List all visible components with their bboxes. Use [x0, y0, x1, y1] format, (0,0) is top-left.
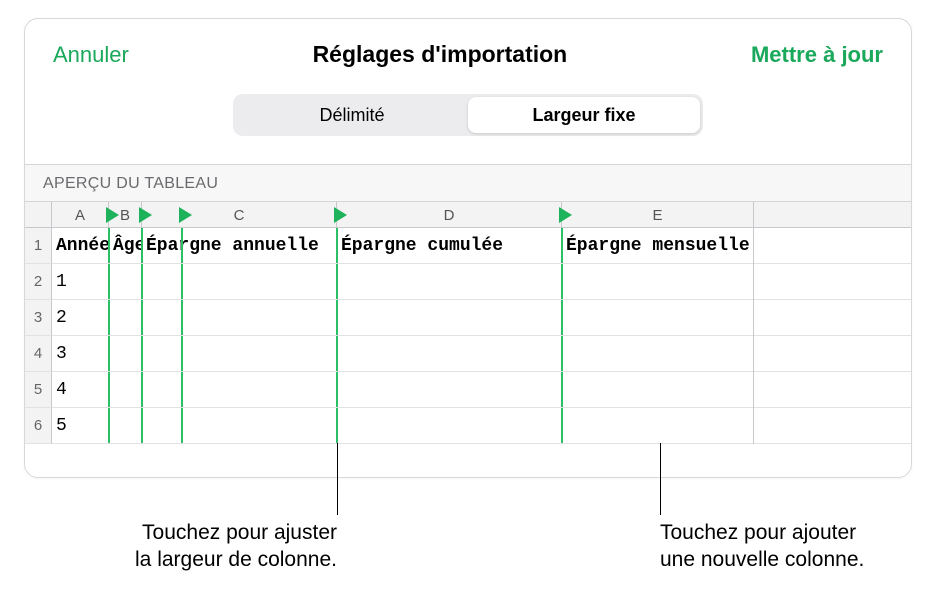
cell-text: Épargne annuelle — [142, 228, 337, 264]
column-header-row: ABCDE — [52, 202, 911, 228]
column-separator[interactable] — [181, 408, 183, 443]
column-separator[interactable] — [108, 372, 110, 407]
column-header-cell[interactable]: D — [337, 202, 562, 228]
column-separator[interactable] — [181, 264, 183, 299]
column-separator[interactable] — [141, 228, 143, 263]
row-number: 4 — [25, 336, 52, 372]
column-separator[interactable] — [108, 228, 110, 263]
table-row: 65 — [25, 408, 911, 444]
segment-fixed-width[interactable]: Largeur fixe — [468, 97, 700, 133]
column-separator[interactable] — [108, 264, 110, 299]
table-right-border — [753, 202, 754, 444]
update-button[interactable]: Mettre à jour — [751, 42, 883, 68]
callout-text-adjust-width: Touchez pour ajuster la largeur de colon… — [101, 519, 337, 574]
row-content[interactable]: 3 — [52, 336, 911, 372]
column-separator[interactable] — [561, 372, 563, 407]
callout-leader-right — [660, 443, 661, 515]
callout-text-add-column: Touchez pour ajouter une nouvelle colonn… — [660, 519, 936, 574]
column-separator[interactable] — [141, 300, 143, 335]
segment-delimited[interactable]: Délimité — [236, 97, 468, 133]
table-row: 1AnnéeÂge Épargne annuelle Épargne cumul… — [25, 228, 911, 264]
cell-text: 4 — [52, 372, 109, 408]
column-separator[interactable] — [336, 336, 338, 371]
table-preview[interactable]: ABCDE 1AnnéeÂge Épargne annuelle Épargne… — [25, 202, 911, 444]
column-separator[interactable] — [336, 228, 338, 263]
row-content[interactable]: 4 — [52, 372, 911, 408]
column-arrow-icon[interactable] — [559, 207, 572, 223]
cell-text: Épargne cumulée — [337, 228, 562, 264]
segmented-control-wrapper: Délimité Largeur fixe — [25, 86, 911, 164]
column-header-cell[interactable]: A — [52, 202, 109, 228]
cell-text: 3 — [52, 336, 109, 372]
cell-text: Âge — [109, 228, 142, 264]
column-separator[interactable] — [141, 372, 143, 407]
column-separator[interactable] — [336, 300, 338, 335]
column-separator[interactable] — [181, 300, 183, 335]
column-arrow-icon[interactable] — [106, 207, 119, 223]
column-separator[interactable] — [336, 408, 338, 443]
segmented-control: Délimité Largeur fixe — [233, 94, 703, 136]
column-separator[interactable] — [181, 228, 183, 263]
column-separator[interactable] — [141, 408, 143, 443]
row-content[interactable]: 1 — [52, 264, 911, 300]
cell-text: 2 — [52, 300, 109, 336]
column-separator[interactable] — [108, 336, 110, 371]
cancel-button[interactable]: Annuler — [53, 42, 129, 68]
column-separator[interactable] — [336, 264, 338, 299]
callout-line: Touchez pour ajuster — [142, 521, 337, 544]
row-number: 2 — [25, 264, 52, 300]
row-number: 3 — [25, 300, 52, 336]
row-column-corner — [25, 202, 52, 228]
callout-line: une nouvelle colonne. — [660, 548, 864, 571]
callout-leader-left — [337, 443, 338, 515]
table-row: 32 — [25, 300, 911, 336]
row-number: 6 — [25, 408, 52, 444]
column-separator[interactable] — [108, 300, 110, 335]
cell-text: Année — [52, 228, 109, 264]
row-content[interactable]: 2 — [52, 300, 911, 336]
column-separator[interactable] — [181, 372, 183, 407]
callout-line: Touchez pour ajouter — [660, 521, 856, 544]
panel-title: Réglages d'importation — [129, 41, 751, 68]
row-content[interactable]: 5 — [52, 408, 911, 444]
import-settings-panel: Annuler Réglages d'importation Mettre à … — [24, 18, 912, 478]
column-separator[interactable] — [141, 336, 143, 371]
row-content[interactable]: AnnéeÂge Épargne annuelle Épargne cumulé… — [52, 228, 911, 264]
table-row: 54 — [25, 372, 911, 408]
row-number: 5 — [25, 372, 52, 408]
cell-text: 1 — [52, 264, 109, 300]
column-separator[interactable] — [561, 300, 563, 335]
column-separator[interactable] — [336, 372, 338, 407]
column-arrow-icon[interactable] — [334, 207, 347, 223]
column-separator[interactable] — [561, 264, 563, 299]
panel-header: Annuler Réglages d'importation Mettre à … — [25, 19, 911, 86]
row-number: 1 — [25, 228, 52, 264]
column-separator[interactable] — [141, 264, 143, 299]
column-header-cell[interactable]: C — [142, 202, 337, 228]
table-row: 43 — [25, 336, 911, 372]
column-arrow-icon[interactable] — [139, 207, 152, 223]
table-preview-header: APERÇU DU TABLEAU — [25, 164, 911, 202]
column-arrow-icon[interactable] — [179, 207, 192, 223]
callout-line: la largeur de colonne. — [135, 548, 337, 571]
column-separator[interactable] — [108, 408, 110, 443]
table-row: 21 — [25, 264, 911, 300]
callouts: Touchez pour ajuster la largeur de colon… — [0, 483, 936, 581]
column-separator[interactable] — [561, 228, 563, 263]
column-separator[interactable] — [561, 336, 563, 371]
column-separator[interactable] — [181, 336, 183, 371]
cell-text: Épargne mensuelle — [562, 228, 754, 264]
table-rows: 1AnnéeÂge Épargne annuelle Épargne cumul… — [25, 228, 911, 444]
column-header-cell[interactable]: E — [562, 202, 754, 228]
cell-text: 5 — [52, 408, 109, 444]
column-separator[interactable] — [561, 408, 563, 443]
